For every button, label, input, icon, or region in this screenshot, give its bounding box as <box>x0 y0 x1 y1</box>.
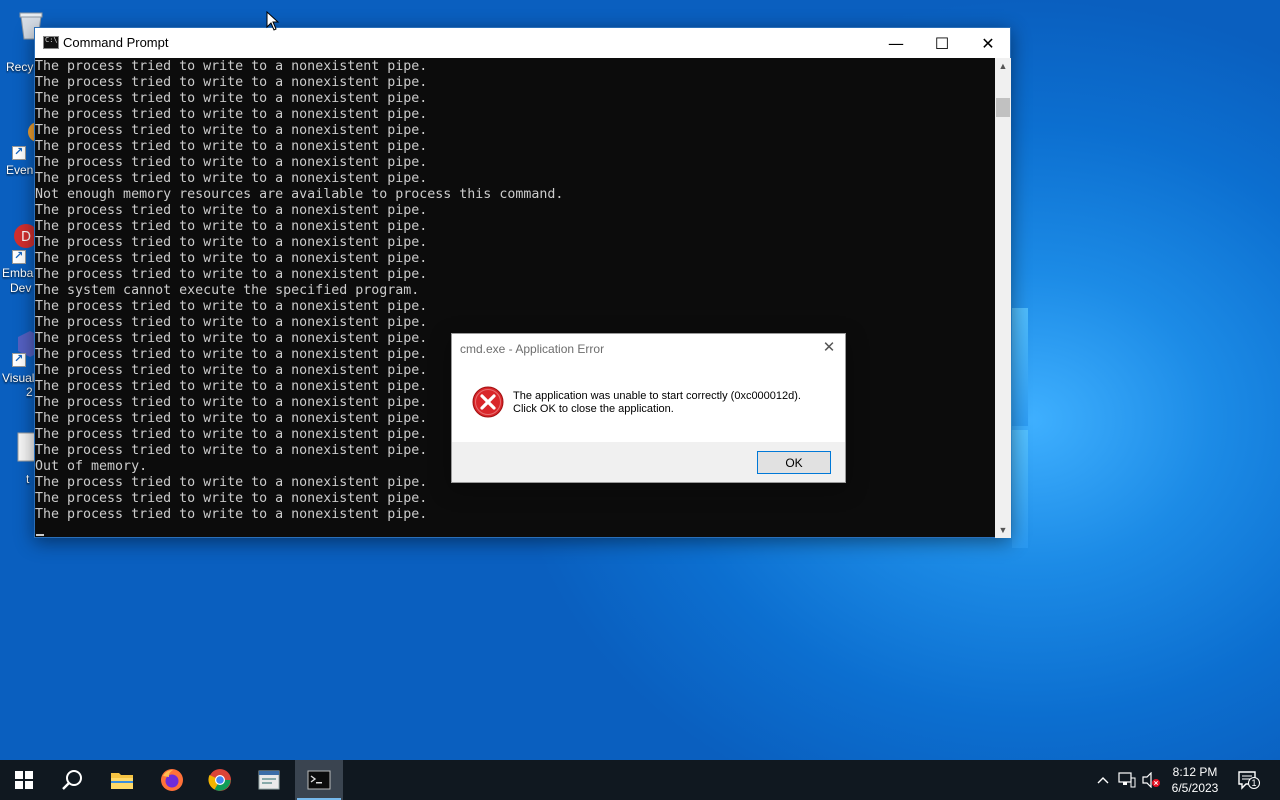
console-line: The process tried to write to a nonexist… <box>35 267 428 282</box>
clock-time: 8:12 PM <box>1172 765 1218 779</box>
window-title: Command Prompt <box>63 35 169 50</box>
console-line: The process tried to write to a nonexist… <box>35 507 428 522</box>
cmd-titlebar[interactable]: Command Prompt — ☐ ✕ <box>35 28 1010 58</box>
console-line: The system cannot execute the specified … <box>35 283 420 298</box>
console-line: Not enough memory resources are availabl… <box>35 187 564 202</box>
minimize-button[interactable]: — <box>873 28 919 58</box>
console-line: The process tried to write to a nonexist… <box>35 251 428 266</box>
console-line: The process tried to write to a nonexist… <box>35 139 428 154</box>
chrome-button[interactable] <box>196 760 244 800</box>
action-center-button[interactable]: 1 <box>1234 770 1262 790</box>
firefox-icon <box>161 769 183 791</box>
search-icon <box>62 770 82 790</box>
search-button[interactable] <box>48 760 96 800</box>
shortcut-arrow-icon <box>12 145 26 160</box>
network-icon[interactable] <box>1117 770 1137 790</box>
cmd-icon <box>307 770 331 790</box>
dialog-close-button[interactable]: ✕ <box>819 338 839 358</box>
app-window-button[interactable] <box>245 760 293 800</box>
console-line: The process tried to write to a nonexist… <box>35 171 428 186</box>
command-prompt-taskbar-button[interactable] <box>295 760 343 800</box>
dialog-message: The application was unable to start corr… <box>513 390 801 416</box>
shortcut-arrow-icon <box>12 249 26 264</box>
taskbar-clock[interactable]: 8:12 PM 6/5/2023 <box>1164 764 1226 796</box>
console-line: The process tried to write to a nonexist… <box>35 123 428 138</box>
console-line: The process tried to write to a nonexist… <box>35 155 428 170</box>
wallpaper-windows-logo <box>1012 308 1028 548</box>
desktop-icon-label: Emba <box>2 266 34 280</box>
windows-icon <box>15 771 33 789</box>
mouse-cursor-icon <box>266 11 280 31</box>
clock-date: 6/5/2023 <box>1171 781 1219 795</box>
console-scrollbar[interactable]: ▲ ▼ <box>995 58 1011 538</box>
application-error-dialog[interactable]: cmd.exe - Application Error ✕ The applic… <box>451 333 846 483</box>
desktop-icon-label: Visual <box>2 371 35 385</box>
maximize-button[interactable]: ☐ <box>919 28 965 58</box>
close-button[interactable]: ✕ <box>965 28 1011 58</box>
console-line: The process tried to write to a nonexist… <box>35 59 428 74</box>
scroll-thumb[interactable] <box>996 98 1010 117</box>
svg-text:D: D <box>21 230 31 245</box>
scroll-down-arrow-icon[interactable]: ▼ <box>995 522 1011 538</box>
taskbar: 8:12 PM 6/5/2023 1 <box>0 760 1280 800</box>
dialog-footer: OK <box>452 442 845 482</box>
console-line: The process tried to write to a nonexist… <box>35 235 428 250</box>
console-line: The process tried to write to a nonexist… <box>35 203 428 218</box>
show-hidden-icons-chevron-icon[interactable] <box>1094 770 1112 790</box>
console-line: The process tried to write to a nonexist… <box>35 75 428 90</box>
chrome-icon <box>208 769 231 791</box>
shortcut-arrow-icon <box>12 352 26 367</box>
console-line: The process tried to write to a nonexist… <box>35 315 428 330</box>
start-button[interactable] <box>0 760 48 800</box>
ok-button[interactable]: OK <box>757 451 831 474</box>
console-cursor <box>36 534 44 536</box>
console-line: The process tried to write to a nonexist… <box>35 491 428 506</box>
console-line: The process tried to write to a nonexist… <box>35 299 428 314</box>
dialog-message-line: Click OK to close the application. <box>513 403 674 415</box>
file-explorer-button[interactable] <box>98 760 146 800</box>
dialog-message-line: The application was unable to start corr… <box>513 390 801 402</box>
folder-icon <box>111 773 133 789</box>
console-line: The process tried to write to a nonexist… <box>35 107 428 122</box>
console-line: The process tried to write to a nonexist… <box>35 91 428 106</box>
scroll-up-arrow-icon[interactable]: ▲ <box>995 58 1011 74</box>
error-icon <box>472 386 504 418</box>
window-icon <box>258 770 280 790</box>
firefox-button[interactable] <box>148 760 196 800</box>
dialog-title: cmd.exe - Application Error <box>460 342 605 356</box>
notification-count-badge: 1 <box>1248 777 1260 789</box>
console-line: The process tried to write to a nonexist… <box>35 219 428 234</box>
cmd-icon <box>43 36 59 49</box>
volume-muted-icon[interactable] <box>1140 770 1162 790</box>
